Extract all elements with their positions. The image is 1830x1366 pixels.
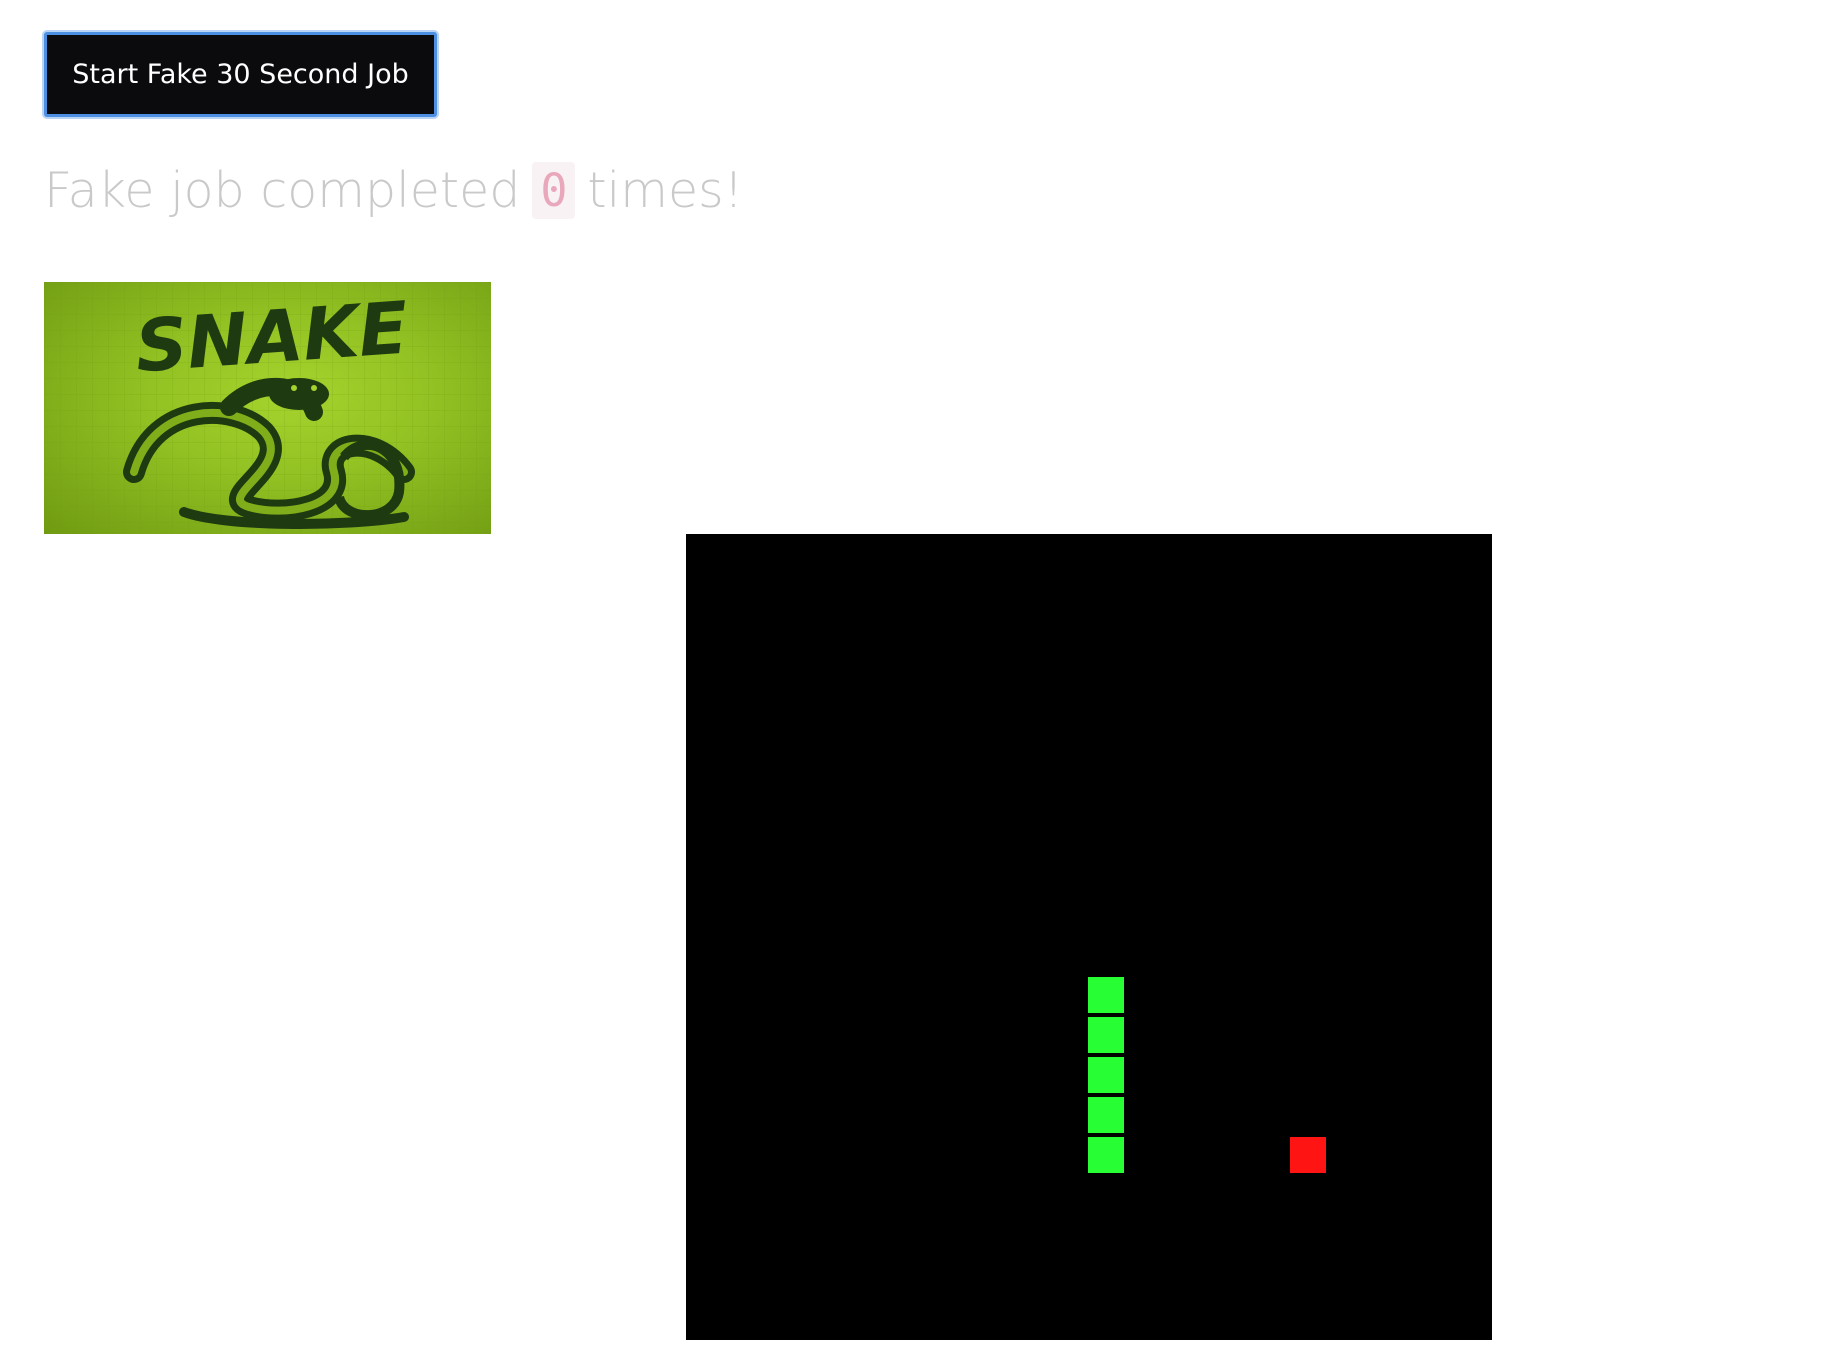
completed-count: 0 (532, 161, 576, 219)
snake-segment (1088, 1097, 1124, 1133)
job-status-text: Fake job completed 0 times! (44, 158, 743, 222)
start-fake-job-button[interactable]: Start Fake 30 Second Job (44, 32, 437, 117)
snake-segment (1088, 1057, 1124, 1093)
snake-game-board[interactable] (686, 534, 1492, 1340)
status-prefix: Fake job completed (44, 161, 521, 219)
status-suffix: times! (587, 161, 744, 219)
snake-logo-image: SNAKE (44, 282, 491, 534)
snake-segment (1088, 1017, 1124, 1053)
page: Start Fake 30 Second Job Fake job comple… (0, 0, 1830, 1366)
food-pellet (1290, 1137, 1326, 1173)
snake-head-icon (269, 378, 329, 410)
snake-segment (1088, 977, 1124, 1013)
snake-logo-art: SNAKE (44, 282, 491, 534)
snake-segment (1088, 1137, 1124, 1173)
